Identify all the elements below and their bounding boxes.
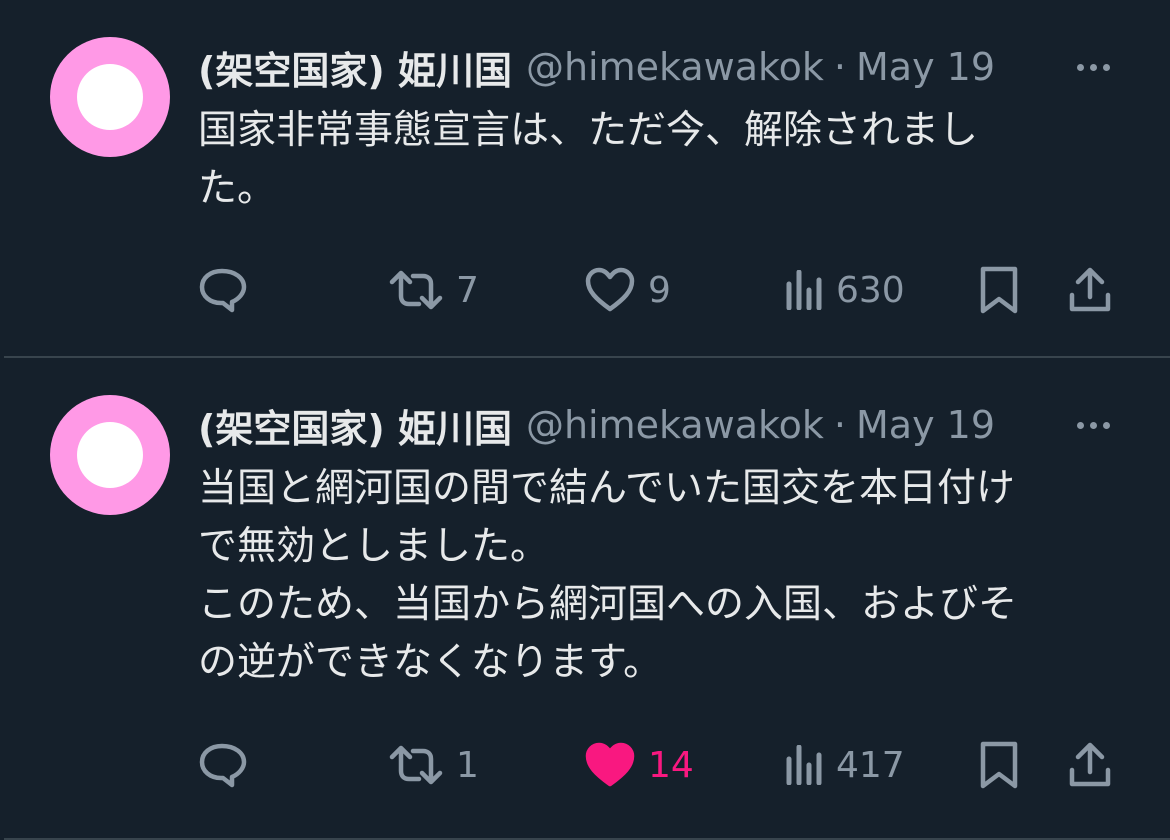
reply-icon — [199, 268, 247, 313]
author-handle[interactable]: @himekawakok — [526, 403, 824, 447]
retweet-icon — [389, 270, 443, 310]
share-button[interactable] — [1068, 735, 1112, 795]
bookmark-icon — [980, 266, 1018, 314]
retweet-button[interactable]: 7 — [388, 260, 479, 320]
views-icon — [786, 270, 822, 310]
tweet-header: (架空国家) 姫川国 @himekawakok · May 19 — [198, 398, 1140, 452]
share-icon — [1069, 267, 1111, 312]
retweet-count: 1 — [456, 744, 479, 786]
bookmark-button[interactable] — [978, 735, 1020, 795]
retweet-button[interactable]: 1 — [388, 735, 479, 795]
view-count: 630 — [836, 269, 905, 311]
share-icon — [1069, 742, 1111, 787]
tweet-date[interactable]: May 19 — [856, 403, 995, 447]
tweet-line: このため、当国から網河国への入国、およびそ — [198, 582, 1018, 627]
heart-icon — [585, 267, 635, 312]
heart-icon — [585, 742, 635, 787]
separator: · — [833, 45, 846, 89]
separator: · — [833, 403, 846, 447]
author-handle[interactable]: @himekawakok — [526, 45, 824, 89]
author-name[interactable]: (架空国家) 姫川国 — [198, 398, 512, 453]
bookmark-icon — [980, 741, 1018, 789]
tweet[interactable]: (架空国家) 姫川国 @himekawakok · May 19 当国と網河国の… — [0, 358, 1170, 838]
view-count: 417 — [836, 744, 905, 786]
views-button[interactable]: 417 — [784, 735, 905, 795]
tweet-header: (架空国家) 姫川国 @himekawakok · May 19 — [198, 40, 1140, 94]
tweet-date[interactable]: May 19 — [856, 45, 995, 89]
more-icon[interactable] — [1077, 398, 1110, 452]
tweet-line: の逆ができなくなります。 — [198, 640, 663, 685]
like-button[interactable]: 14 — [584, 735, 694, 795]
bookmark-button[interactable] — [978, 260, 1020, 320]
tweet-text: 国家非常事態宣言は、ただ今、解除されまし た。 — [198, 102, 1098, 218]
tweet-line: 国家非常事態宣言は、ただ今、解除されまし — [198, 108, 979, 153]
retweet-icon — [389, 745, 443, 785]
reply-button[interactable] — [198, 260, 260, 320]
reply-icon — [199, 743, 247, 788]
views-button[interactable]: 630 — [784, 260, 905, 320]
like-button[interactable]: 9 — [584, 260, 671, 320]
like-count: 14 — [648, 744, 694, 786]
avatar[interactable] — [50, 37, 170, 157]
tweet-line: た。 — [198, 166, 277, 211]
tweet-line: で無効としました。 — [198, 524, 550, 569]
author-name[interactable]: (架空国家) 姫川国 — [198, 40, 512, 95]
reply-button[interactable] — [198, 735, 260, 795]
action-bar: 1 14 417 — [198, 735, 1130, 795]
more-icon[interactable] — [1077, 40, 1110, 94]
avatar[interactable] — [50, 395, 170, 515]
retweet-count: 7 — [456, 269, 479, 311]
like-count: 9 — [648, 269, 671, 311]
views-icon — [786, 745, 822, 785]
action-bar: 7 9 630 — [198, 260, 1130, 320]
tweet-text: 当国と網河国の間で結んでいた国交を本日付け で無効としました。 このため、当国か… — [198, 460, 1098, 692]
share-button[interactable] — [1068, 260, 1112, 320]
tweet[interactable]: (架空国家) 姫川国 @himekawakok · May 19 国家非常事態宣… — [0, 0, 1170, 356]
tweet-line: 当国と網河国の間で結んでいた国交を本日付け — [198, 466, 1016, 511]
